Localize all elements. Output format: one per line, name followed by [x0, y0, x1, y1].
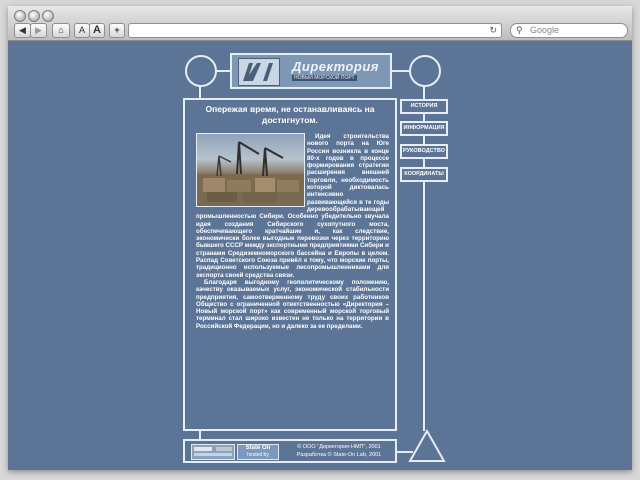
reload-icon[interactable]: ↻ [489, 24, 497, 37]
developer-line: Разработка © State-On Lab, 2001 [296, 452, 382, 458]
hosting-badge-subtitle: hosted by [247, 452, 269, 458]
logo-emblem-icon [238, 58, 280, 86]
web-page: Директория НОВЫЙ МОРСКОЙ ПОРТ Опережая в… [8, 41, 632, 470]
zoom-window-button[interactable] [42, 10, 54, 22]
nav-item-information[interactable]: ИНФОРМАЦИЯ [400, 121, 448, 136]
search-placeholder: Google [530, 25, 560, 35]
hosting-badge[interactable]: State On hosted by [237, 444, 279, 460]
page-headline: Опережая время, не останавливаясь на дос… [205, 104, 375, 125]
left-connector-line [215, 70, 230, 72]
forward-button[interactable]: ▶ [30, 23, 47, 38]
nav-item-contacts[interactable]: КООРДИНАТЫ [400, 167, 448, 182]
main-content-panel: Опережая время, не останавливаясь на дос… [183, 98, 397, 431]
address-field[interactable]: ↻ [128, 23, 502, 38]
search-field[interactable]: ⚲ Google [510, 23, 628, 38]
copyright-line: © ООО "Директория-НМП", 2001 [297, 444, 381, 450]
left-circle-ornament [185, 55, 217, 87]
triangle-ornament [408, 429, 446, 462]
right-connector-line [392, 70, 409, 72]
nav-spine-line [423, 85, 425, 431]
nav-item-management[interactable]: РУКОВОДСТВО [400, 144, 448, 159]
logo-subtitle: НОВЫЙ МОРСКОЙ ПОРТ [292, 75, 357, 81]
close-window-button[interactable] [14, 10, 26, 22]
left-top-vertical-line [199, 85, 201, 99]
copyright-text: © ООО "Директория-НМП", 2001 Разработка … [283, 443, 395, 459]
browser-window: ◀ ▶ ⌂ A A + ↻ ⚲ Google Директория НОВЫЙ … [8, 6, 632, 470]
minimize-window-button[interactable] [28, 10, 40, 22]
magnifier-icon: ⚲ [516, 25, 523, 35]
text-smaller-button[interactable]: A [74, 23, 90, 38]
article-text: Идея строительства нового порта на Юге Р… [196, 133, 389, 425]
browser-toolbar: ◀ ▶ ⌂ A A + ↻ ⚲ Google [8, 6, 632, 41]
text-bigger-button[interactable]: A [89, 23, 105, 38]
site-logo[interactable]: Директория НОВЫЙ МОРСКОЙ ПОРТ [230, 53, 392, 89]
hosting-badge-title: State On [245, 445, 271, 451]
logo-name: Директория [292, 59, 379, 74]
add-bookmark-button[interactable]: + [109, 23, 125, 38]
page-footer: State On hosted by © ООО "Директория-НМП… [183, 439, 397, 463]
nav-item-history[interactable]: ИСТОРИЯ [400, 99, 448, 114]
back-button[interactable]: ◀ [14, 23, 31, 38]
article-paragraph-2: Благодаря выгодному геополитическому пол… [196, 278, 389, 330]
counter-badge[interactable] [191, 444, 235, 460]
home-button[interactable]: ⌂ [52, 23, 70, 38]
right-circle-ornament [409, 55, 441, 87]
